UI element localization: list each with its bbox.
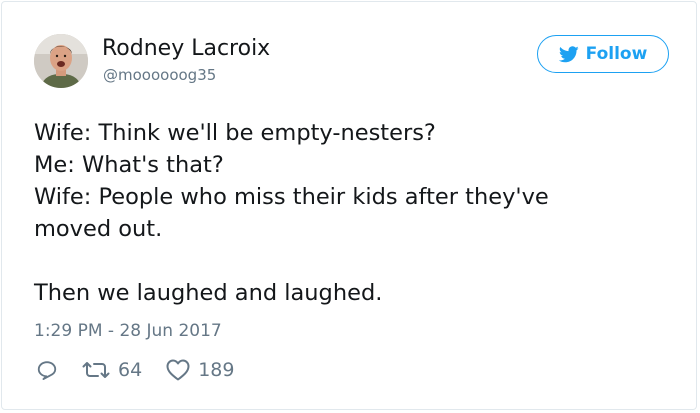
follow-button[interactable]: Follow [537,35,669,73]
like-count: 189 [198,359,235,381]
retweet-count: 64 [118,359,143,381]
tweet-text: Wife: Think we'll be empty-nesters? Me: … [34,117,654,309]
tweet-closing-line: Then we laughed and laughed. [34,280,383,306]
reply-icon [37,361,57,380]
action-bar: 64 189 [36,359,234,381]
avatar[interactable] [34,34,88,88]
tweet-card: Rodney Lacroix @moooooog35 Follow Wife: … [1,1,697,410]
retweet-icon [82,362,110,378]
timestamp[interactable]: 1:29 PM - 28 Jun 2017 [34,320,222,342]
user-name[interactable]: Rodney Lacroix [102,35,270,63]
tweet-line: Wife: Think we'll be empty-nesters? [34,120,436,146]
follow-label: Follow [585,44,648,64]
retweet-button[interactable]: 64 [82,359,142,381]
tweet-line: moved out. [34,216,163,242]
tweet-line: Me: What's that? [34,152,224,178]
heart-icon [166,359,190,381]
tweet-line: Wife: People who miss their kids after t… [34,184,549,210]
reply-button[interactable] [36,359,58,381]
like-button[interactable]: 189 [166,359,234,381]
user-handle[interactable]: @moooooog35 [103,65,216,85]
twitter-bird-icon [558,45,579,62]
